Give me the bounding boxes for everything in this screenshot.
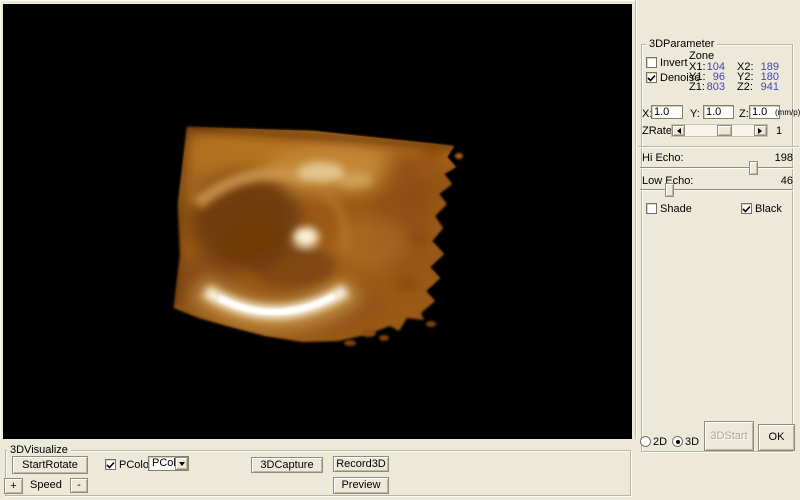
scale-z-label: Z: (739, 109, 749, 120)
pcolor-dropdown[interactable]: PColor (148, 456, 189, 471)
check-icon (647, 74, 656, 83)
render-canvas[interactable] (3, 4, 632, 439)
check-icon (742, 205, 751, 214)
scale-unit-label: (mm/p) (775, 107, 800, 118)
speed-minus-button[interactable]: - (70, 478, 88, 493)
invert-checkbox[interactable] (646, 57, 657, 68)
invert-label: Invert (660, 58, 688, 69)
denoise-checkbox[interactable] (646, 72, 657, 83)
low-echo-slider-track[interactable] (640, 189, 793, 191)
zrate-value: 1 (776, 126, 782, 137)
scale-y-input[interactable] (703, 105, 734, 119)
hi-echo-slider-track[interactable] (640, 167, 793, 169)
shade-label: Shade (660, 204, 692, 215)
chevron-down-icon (179, 462, 185, 469)
hi-echo-value: 198 (757, 153, 793, 164)
arrow-right-icon (758, 128, 765, 134)
low-echo-value: 46 (757, 176, 793, 187)
hi-echo-slider-thumb[interactable] (749, 161, 758, 175)
zone-label-z2: Z2: (737, 82, 753, 93)
pcolor-dropdown-button[interactable] (175, 457, 188, 470)
mode-2d-label: 2D (653, 437, 667, 448)
mode-3d-radio[interactable] (672, 436, 683, 447)
pcolor-checkbox[interactable] (105, 459, 116, 470)
record3d-button[interactable]: Record3D (333, 456, 389, 472)
zrate-scrollbar[interactable] (671, 124, 768, 137)
zrate-scroll-right-button[interactable] (754, 125, 767, 136)
scale-y-label: Y: (690, 109, 700, 120)
zone-value-z2: 941 (759, 82, 779, 93)
separator (638, 146, 799, 148)
zrate-label: ZRate (642, 126, 672, 137)
ultrasound-volume-render (3, 4, 632, 439)
start-rotate-button[interactable]: StartRotate (12, 456, 88, 474)
mode-3d-label: 3D (685, 437, 699, 448)
parameter-panel: 3DParameter Invert Denoise Zone X1: 104 … (637, 0, 800, 500)
preview-button[interactable]: Preview (333, 477, 389, 494)
zone-value-z1: 803 (703, 82, 725, 93)
ok-button[interactable]: OK (758, 424, 795, 451)
arrow-left-icon (674, 128, 681, 134)
3dstart-button: 3DStart (704, 421, 754, 451)
shade-checkbox[interactable] (646, 203, 657, 214)
low-echo-slider-thumb[interactable] (665, 183, 674, 197)
zrate-scroll-thumb[interactable] (717, 125, 732, 136)
black-checkbox[interactable] (741, 203, 752, 214)
scale-x-input[interactable] (651, 105, 683, 119)
app-window: { "colors": { "panel_bg": "#ece9d8", "ca… (0, 0, 800, 500)
black-label: Black (755, 204, 782, 215)
check-icon (106, 461, 115, 470)
zrate-scroll-left-button[interactable] (672, 125, 685, 136)
speed-plus-button[interactable]: + (4, 478, 23, 494)
mode-2d-radio[interactable] (640, 436, 651, 447)
hi-echo-label: Hi Echo: (642, 153, 684, 164)
speed-label: Speed (30, 480, 62, 491)
3dcapture-button[interactable]: 3DCapture (251, 457, 323, 473)
visualize-panel: 3DVisualize StartRotate + Speed - PColor… (0, 439, 637, 500)
